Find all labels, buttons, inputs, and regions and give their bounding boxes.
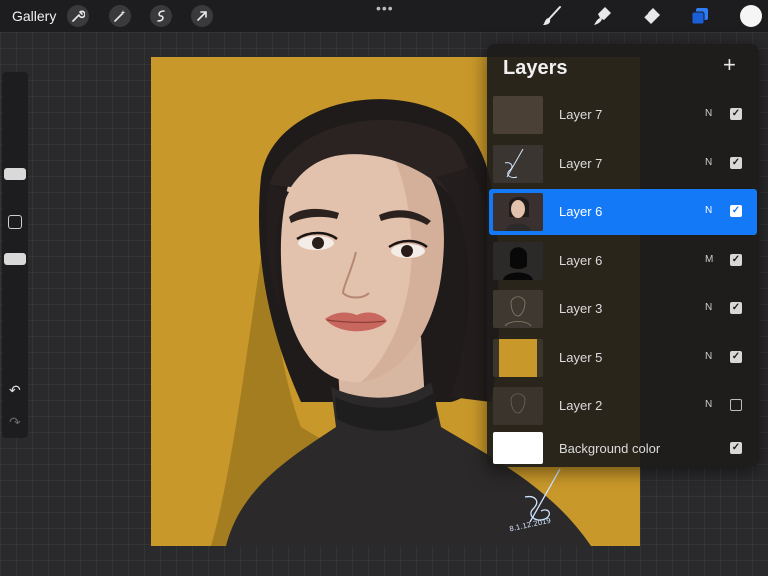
left-sidebar: ↶ ↷ — [2, 72, 28, 438]
layer-row[interactable]: Layer 7 N ✓ — [489, 141, 757, 187]
layer-thumbnail — [493, 290, 543, 328]
layer-thumbnail — [493, 145, 543, 183]
add-layer-button[interactable]: + — [723, 52, 736, 78]
layer-visibility-checkbox[interactable]: ✓ — [730, 254, 742, 266]
layer-name: Layer 2 — [559, 398, 603, 413]
undo-icon[interactable]: ↶ — [9, 382, 21, 399]
layer-visibility-checkbox[interactable]: ✓ — [730, 205, 742, 217]
layer-visibility-checkbox[interactable]: ✓ — [730, 351, 742, 363]
blend-mode-button[interactable]: N — [705, 205, 712, 216]
modify-button[interactable] — [8, 215, 22, 229]
layer-row[interactable]: Layer 6 M ✓ — [489, 238, 757, 284]
layer-name: Layer 7 — [559, 107, 603, 122]
blend-mode-button[interactable]: N — [705, 108, 712, 119]
layer-name: Layer 6 — [559, 253, 603, 268]
layer-row[interactable]: Layer 2 N ✓ — [489, 383, 757, 429]
layer-row-selected[interactable]: Layer 6 N ✓ — [489, 189, 757, 235]
layer-name: Layer 7 — [559, 156, 603, 171]
layer-row[interactable]: Layer 5 N ✓ — [489, 335, 757, 381]
color-picker-button[interactable] — [740, 5, 762, 27]
layer-thumbnail — [493, 387, 543, 425]
layer-name: Layer 5 — [559, 350, 603, 365]
blend-mode-button[interactable]: N — [705, 302, 712, 313]
brush-icon[interactable] — [540, 4, 564, 28]
redo-icon[interactable]: ↷ — [9, 414, 21, 431]
background-color-layer-row[interactable]: Background color ✓ — [489, 428, 757, 468]
layer-thumbnail — [493, 193, 543, 231]
layer-visibility-checkbox[interactable]: ✓ — [730, 157, 742, 169]
more-options-icon[interactable]: ••• — [376, 0, 394, 16]
layer-row[interactable]: Layer 7 N ✓ — [489, 92, 757, 138]
layer-visibility-checkbox[interactable]: ✓ — [730, 442, 742, 454]
magic-wand-icon[interactable] — [109, 5, 131, 27]
transform-arrow-icon[interactable] — [191, 5, 213, 27]
layers-panel-title: Layers — [503, 57, 568, 79]
layer-row[interactable]: Layer 3 N ✓ — [489, 286, 757, 332]
layer-name: Layer 6 — [559, 204, 603, 219]
smudge-icon[interactable] — [590, 4, 614, 28]
eraser-icon[interactable] — [639, 4, 663, 28]
blend-mode-button[interactable]: N — [705, 399, 712, 410]
layer-thumbnail — [493, 339, 543, 377]
layer-name: Background color — [559, 441, 661, 456]
layer-thumbnail — [493, 432, 543, 464]
opacity-slider[interactable] — [4, 253, 26, 265]
layer-visibility-checkbox[interactable]: ✓ — [730, 399, 742, 411]
layer-thumbnail — [493, 96, 543, 134]
selection-icon[interactable] — [150, 5, 172, 27]
blend-mode-button[interactable]: N — [705, 351, 712, 362]
gallery-button[interactable]: Gallery — [12, 8, 56, 24]
blend-mode-button[interactable]: N — [705, 157, 712, 168]
layer-name: Layer 3 — [559, 301, 603, 316]
brush-size-slider[interactable] — [4, 168, 26, 180]
wrench-icon[interactable] — [67, 5, 89, 27]
layers-panel: Layers + Layer 7 N ✓ Layer 7 N ✓ Layer 6… — [487, 44, 759, 467]
layer-visibility-checkbox[interactable]: ✓ — [730, 302, 742, 314]
blend-mode-button[interactable]: M — [705, 254, 713, 265]
top-toolbar: Gallery ••• — [0, 0, 768, 32]
layer-thumbnail — [493, 242, 543, 280]
layers-icon[interactable] — [688, 4, 712, 28]
layer-visibility-checkbox[interactable]: ✓ — [730, 108, 742, 120]
